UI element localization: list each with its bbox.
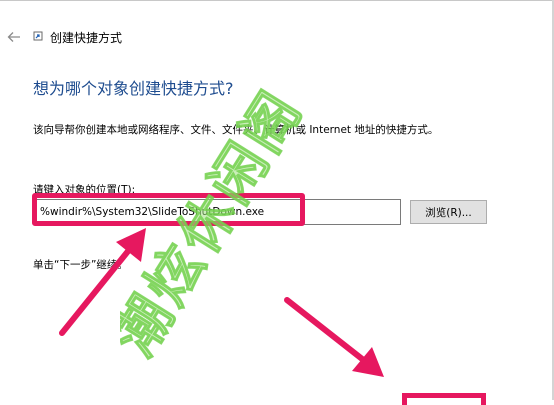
page-heading: 想为哪个对象创建快捷方式? — [33, 79, 234, 98]
shortcut-wizard-icon — [33, 31, 43, 41]
location-input[interactable] — [33, 199, 401, 225]
next-button-highlight-box — [402, 393, 486, 405]
back-arrow-icon — [7, 32, 20, 42]
location-label: 请键入对象的位置(T): — [33, 184, 136, 196]
wizard-description: 该向导帮你创建本地或网络程序、文件、文件夹、计算机或 Internet 地址的快… — [33, 124, 439, 136]
back-button[interactable] — [4, 27, 24, 47]
browse-button[interactable]: 浏览(R)... — [410, 200, 487, 224]
next-step-hint: 单击“下一步”继续。 — [33, 259, 128, 271]
arrow-to-next-button — [284, 297, 384, 377]
window-top-border — [0, 0, 554, 1]
wizard-title: 创建快捷方式 — [50, 31, 123, 45]
watermark: 潮炫休闲阁 — [120, 78, 316, 368]
arrow-to-input — [59, 228, 146, 336]
